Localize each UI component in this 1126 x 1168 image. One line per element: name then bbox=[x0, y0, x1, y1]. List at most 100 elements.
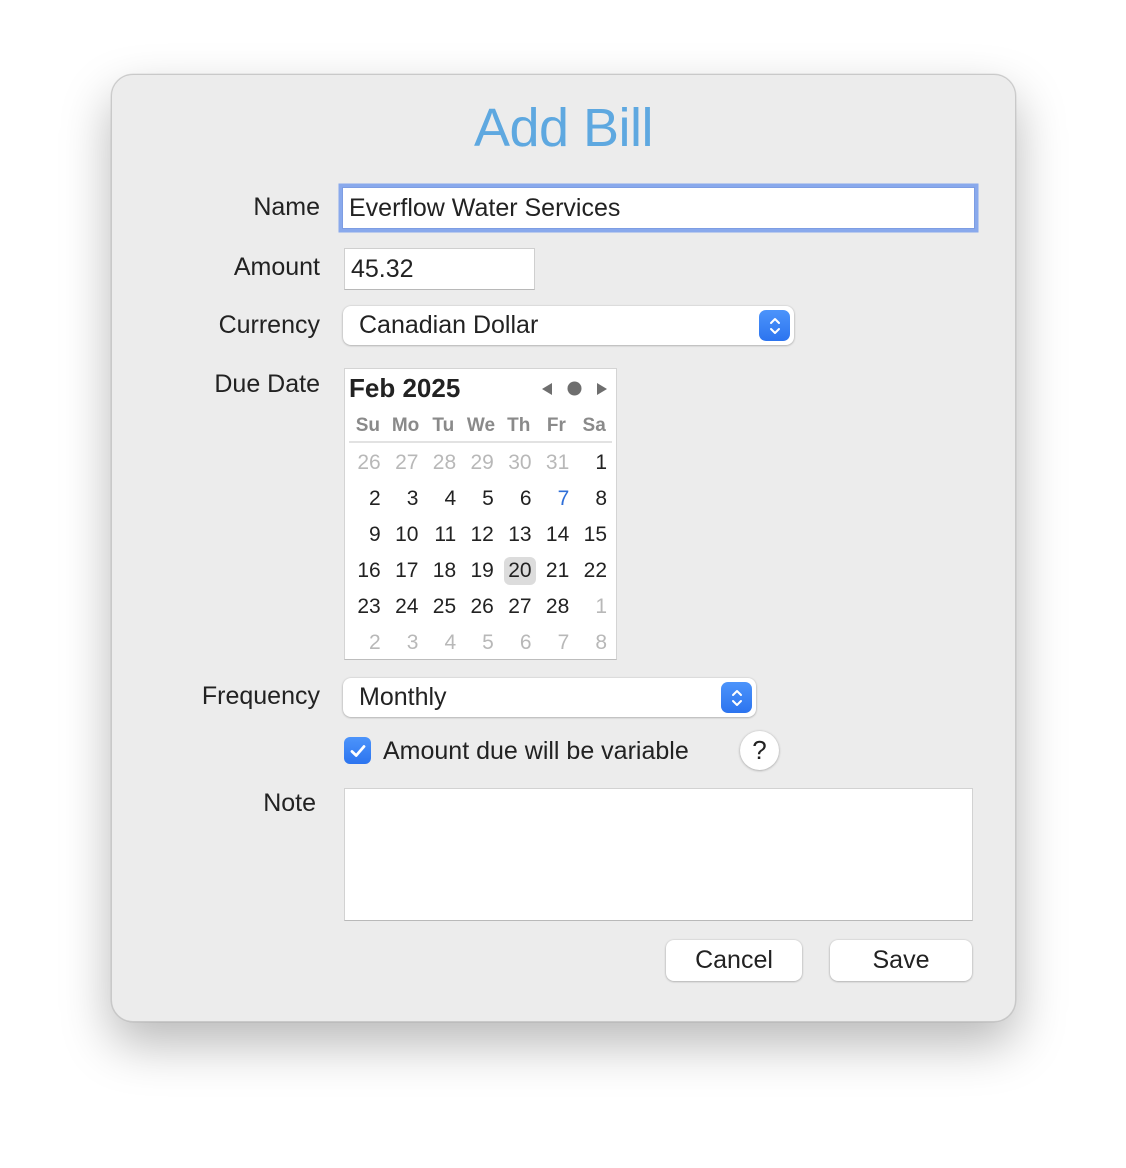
weekday-label: Su bbox=[355, 415, 380, 436]
calendar-day-number: 4 bbox=[444, 631, 457, 654]
calendar-day[interactable]: 8 bbox=[575, 625, 613, 661]
calendar-day-number: 14 bbox=[545, 523, 570, 546]
calendar-day-number: 3 bbox=[406, 487, 419, 510]
calendar-day-selected[interactable]: 20 bbox=[500, 553, 538, 589]
calendar-day-number: 27 bbox=[395, 451, 419, 474]
calendar-day[interactable]: 26 bbox=[462, 589, 500, 625]
calendar-day-number: 9 bbox=[369, 523, 381, 546]
calendar-day[interactable]: 4 bbox=[424, 625, 462, 661]
calendar-day[interactable]: 25 bbox=[424, 589, 462, 625]
calendar-day[interactable]: 24 bbox=[387, 589, 425, 625]
calendar-day[interactable]: 16 bbox=[349, 553, 387, 589]
calendar-day[interactable]: 28 bbox=[538, 589, 576, 625]
variable-amount-checkbox[interactable] bbox=[344, 737, 371, 764]
frequency-selected: Monthly bbox=[359, 683, 447, 711]
calendar-day[interactable]: 4 bbox=[424, 481, 462, 517]
name-field[interactable]: Everflow Water Services bbox=[342, 187, 975, 229]
weekday-label: Fr bbox=[546, 415, 566, 436]
calendar-day-number: 4 bbox=[444, 487, 457, 510]
calendar-day[interactable]: 9 bbox=[349, 517, 387, 553]
calendar-day[interactable]: 18 bbox=[424, 553, 462, 589]
calendar-day[interactable]: 21 bbox=[538, 553, 576, 589]
calendar-day[interactable]: 27 bbox=[500, 589, 538, 625]
calendar-day[interactable]: 3 bbox=[387, 625, 425, 661]
frequency-select[interactable]: Monthly bbox=[343, 678, 756, 717]
calendar-day[interactable]: 6 bbox=[500, 625, 538, 661]
help-button[interactable]: ? bbox=[740, 731, 779, 770]
calendar-day[interactable]: 1 bbox=[575, 589, 613, 625]
calendar-day[interactable]: 5 bbox=[462, 481, 500, 517]
calendar-day[interactable]: 11 bbox=[424, 517, 462, 553]
chevron-right-icon[interactable] bbox=[596, 382, 608, 401]
calendar-day-number: 15 bbox=[583, 523, 607, 546]
calendar-day[interactable]: 13 bbox=[500, 517, 538, 553]
date-picker[interactable]: Feb 2025 Su Mo Tu We Th Fr Sa 26 27 28 29 30 31 1 2 3 4… bbox=[344, 368, 617, 660]
calendar-day-number: 24 bbox=[395, 595, 419, 618]
calendar-day[interactable]: 15 bbox=[575, 517, 613, 553]
calendar-day-number: 8 bbox=[595, 631, 607, 654]
calendar-day-number: 29 bbox=[470, 451, 494, 474]
variable-amount-label[interactable]: Amount due will be variable bbox=[383, 737, 689, 766]
calendar-day[interactable]: 27 bbox=[387, 445, 425, 481]
currency-label: Currency bbox=[218, 311, 320, 339]
calendar-day-number: 19 bbox=[470, 559, 494, 582]
today-dot-icon[interactable] bbox=[567, 381, 582, 401]
note-textarea[interactable] bbox=[344, 788, 973, 921]
calendar-day-number: 12 bbox=[470, 523, 494, 546]
add-bill-dialog: Add Bill Name Everflow Water Services Am… bbox=[111, 74, 1016, 1022]
currency-select[interactable]: Canadian Dollar bbox=[343, 306, 794, 345]
calendar-day-today[interactable]: 7 bbox=[538, 481, 576, 517]
calendar-day-number: 8 bbox=[595, 487, 607, 510]
calendar-day-number: 11 bbox=[434, 523, 457, 546]
calendar-day-number: 2 bbox=[369, 631, 381, 654]
calendar-day[interactable]: 30 bbox=[500, 445, 538, 481]
weekday-label: We bbox=[466, 415, 496, 436]
calendar-day[interactable]: 3 bbox=[387, 481, 425, 517]
weekday-header: Su Mo Tu We Th Fr Sa bbox=[349, 415, 613, 437]
calendar-day[interactable]: 28 bbox=[424, 445, 462, 481]
name-value: Everflow Water Services bbox=[349, 193, 621, 222]
calendar-month-label: Feb 2025 bbox=[349, 373, 461, 403]
calendar-day-number: 3 bbox=[406, 631, 419, 654]
calendar-day[interactable]: 7 bbox=[538, 625, 576, 661]
calendar-day[interactable]: 5 bbox=[462, 625, 500, 661]
calendar-day[interactable]: 31 bbox=[538, 445, 576, 481]
calendar-day-number: 27 bbox=[508, 595, 532, 618]
checkmark-icon bbox=[350, 744, 365, 757]
calendar-day-number: 6 bbox=[519, 487, 532, 510]
calendar-day[interactable]: 1 bbox=[575, 445, 613, 481]
cancel-button[interactable]: Cancel bbox=[666, 940, 802, 981]
calendar-day-number: 17 bbox=[395, 559, 419, 582]
calendar-day-number: 28 bbox=[545, 595, 570, 618]
calendar-day[interactable]: 29 bbox=[462, 445, 500, 481]
calendar-day[interactable]: 19 bbox=[462, 553, 500, 589]
calendar-day[interactable]: 14 bbox=[538, 517, 576, 553]
calendar-day-number: 26 bbox=[470, 595, 494, 618]
calendar-day[interactable]: 17 bbox=[387, 553, 425, 589]
calendar-day[interactable]: 2 bbox=[349, 481, 387, 517]
calendar-day-number: 31 bbox=[545, 451, 570, 474]
calendar-day-number: 13 bbox=[508, 523, 532, 546]
calendar-grid: 26 27 28 29 30 31 1 2 3 4 5 6 7 8 9 10 11 12 13 14 15 16 17 18 1… bbox=[349, 445, 613, 661]
save-button[interactable]: Save bbox=[830, 940, 972, 981]
calendar-day[interactable]: 10 bbox=[387, 517, 425, 553]
calendar-day-number: 21 bbox=[545, 559, 570, 582]
calendar-day-number: 5 bbox=[482, 487, 494, 510]
calendar-day[interactable]: 12 bbox=[462, 517, 500, 553]
calendar-day-number: 7 bbox=[557, 631, 570, 654]
calendar-day-number: 1 bbox=[595, 451, 607, 474]
calendar-day[interactable]: 23 bbox=[349, 589, 387, 625]
amount-field[interactable]: 45.32 bbox=[344, 248, 535, 290]
calendar-day-number: 26 bbox=[357, 451, 381, 474]
calendar-day-number: 1 bbox=[595, 595, 607, 618]
calendar-day-number: 10 bbox=[395, 523, 419, 546]
calendar-day[interactable]: 8 bbox=[575, 481, 613, 517]
chevron-left-icon[interactable] bbox=[541, 382, 553, 401]
calendar-day[interactable]: 26 bbox=[349, 445, 387, 481]
calendar-day-number: 23 bbox=[357, 595, 381, 618]
name-label: Name bbox=[253, 193, 320, 221]
calendar-day[interactable]: 22 bbox=[575, 553, 613, 589]
weekday-label: Mo bbox=[391, 415, 420, 436]
calendar-day[interactable]: 2 bbox=[349, 625, 387, 661]
calendar-day[interactable]: 6 bbox=[500, 481, 538, 517]
